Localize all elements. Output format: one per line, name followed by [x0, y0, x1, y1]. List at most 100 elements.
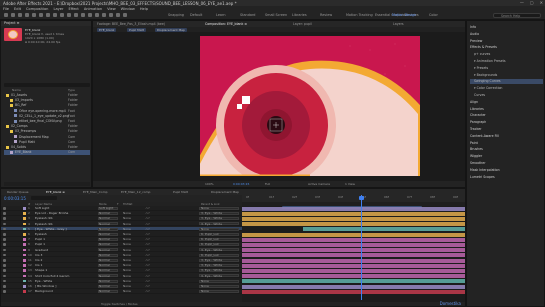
workspace-tab-active[interactable]: Motion Design [392, 13, 416, 17]
tool-icon[interactable] [88, 13, 92, 17]
layer-mode[interactable]: Normal [99, 222, 110, 227]
layer-trkmat[interactable]: None [123, 268, 131, 273]
layer-mode[interactable]: Normal [99, 216, 110, 221]
layer-trkmat[interactable]: None [123, 289, 131, 294]
layer-row[interactable]: 2 Eye Lid - Roger Brinha Normal None ⁄ ⁄ ⁄ 3.… [1, 211, 242, 216]
layer-name[interactable]: Shape 1 [35, 268, 47, 273]
workspace-tab[interactable]: Standard [240, 13, 255, 17]
column-name-header[interactable]: Name [12, 88, 21, 92]
layer-label-color[interactable] [23, 207, 26, 210]
layer-name[interactable]: Eye Lid - Roger Brinha [35, 211, 68, 216]
layer-mode[interactable]: Normal [99, 284, 110, 289]
layer-switches[interactable]: ⁄ ⁄ ⁄ [146, 248, 149, 253]
toggle-switches-modes[interactable]: Toggle Switches / Modes [101, 302, 138, 306]
menu-item-edit[interactable]: Edit [14, 7, 21, 11]
layer-switches[interactable]: ⁄ ⁄ ⁄ [146, 227, 149, 232]
right-panel-item[interactable]: Brushes [470, 147, 543, 152]
right-panel-item[interactable]: Audio [470, 32, 543, 37]
layer-trkmat[interactable]: None [123, 248, 131, 253]
workspace-tab[interactable]: Small Screen [265, 13, 287, 17]
tab-layer[interactable]: Layer: pupil [293, 22, 312, 26]
layer-mode[interactable]: Normal [99, 211, 110, 216]
layer-name[interactable]: Iris 2 [35, 258, 42, 263]
layer-duration-bar[interactable] [242, 274, 465, 279]
visibility-eye-icon[interactable] [3, 212, 6, 215]
layer-mode[interactable]: Normal [99, 237, 110, 242]
tool-icon[interactable] [81, 13, 85, 17]
layer-trkmat[interactable]: None [123, 227, 131, 232]
menu-item-composition[interactable]: Composition [26, 7, 48, 11]
layer-duration-bar[interactable] [242, 258, 465, 263]
layer-switches[interactable]: ⁄ ⁄ ⁄ [146, 237, 149, 242]
layer-switches[interactable]: ⁄ ⁄ ⁄ [146, 216, 149, 221]
view-layout-select[interactable]: 1 View [345, 182, 355, 186]
layer-trkmat[interactable]: None [123, 222, 131, 227]
layer-duration-bar[interactable] [242, 216, 465, 221]
layer-trkmat[interactable]: None [123, 263, 131, 268]
layer-switches[interactable]: ⁄ ⁄ ⁄ [146, 258, 149, 263]
layer-label-color[interactable] [23, 233, 26, 236]
layer-duration-bar[interactable] [242, 253, 465, 258]
layer-parent[interactable]: 6. Pupil_Luk [201, 237, 219, 242]
visibility-eye-icon[interactable] [3, 227, 6, 231]
tab-footage[interactable]: Footage: BEE_Bee_Pos_3_Eliash.mp4 (bee) [97, 22, 165, 26]
layer-name[interactable]: Soft Light [35, 206, 49, 211]
column-type-header[interactable]: Type [68, 88, 75, 92]
viewer-timecode[interactable]: 0:00:03:15 [233, 182, 249, 186]
layer-trkmat[interactable]: None [123, 253, 131, 258]
workspace-tab[interactable]: Motion Tracking [346, 13, 373, 17]
layer-row[interactable]: 3 Eyelash ntb Normal None ⁄ ⁄ ⁄ 3. Eye - Whit… [1, 216, 242, 221]
layer-label-color[interactable] [23, 253, 26, 257]
layer-duration-bar[interactable] [242, 242, 465, 247]
layer-label-color[interactable] [23, 279, 26, 283]
layer-mode[interactable]: Normal [99, 274, 110, 279]
visibility-eye-icon[interactable] [3, 279, 6, 283]
layer-label-color[interactable] [23, 227, 26, 231]
tool-icon[interactable] [116, 13, 120, 17]
layer-label-color[interactable] [23, 290, 26, 293]
timeline-tab[interactable]: Render Queue [7, 190, 29, 194]
composition-canvas[interactable] [200, 36, 420, 176]
tool-icon[interactable] [95, 13, 99, 17]
layer-switches[interactable]: ⁄ ⁄ ⁄ [146, 253, 149, 258]
snapping-toggle[interactable]: Snapping [168, 13, 184, 17]
layer-parent[interactable]: None [201, 227, 209, 232]
layer-parent[interactable]: 3. Eye - White [201, 274, 222, 279]
close-button[interactable]: ✕ [540, 0, 543, 5]
playhead-line[interactable] [361, 195, 362, 300]
layer-parent[interactable]: None [201, 279, 209, 284]
layer-parent[interactable]: 3. Eye - White [201, 216, 222, 221]
layer-trkmat[interactable]: None [123, 279, 131, 284]
layer-mode[interactable]: Normal [99, 253, 110, 258]
layer-switches[interactable]: ⁄ ⁄ ⁄ [146, 284, 149, 289]
layer-duration-bar[interactable] [242, 268, 465, 273]
right-panel-item[interactable]: Curves [470, 93, 543, 98]
layer-trkmat[interactable]: None [123, 274, 131, 279]
layer-search-input[interactable] [31, 196, 57, 200]
layer-switches[interactable]: ⁄ ⁄ ⁄ [146, 263, 149, 268]
right-panel-item[interactable]: Info [470, 25, 543, 30]
tool-icon[interactable] [32, 13, 36, 17]
right-panel-item[interactable]: ▾ Presets [470, 66, 543, 71]
layer-name[interactable]: Iris 1 [35, 263, 42, 268]
resolution-select[interactable]: Full [265, 182, 270, 186]
layer-parent[interactable]: 6. Pupil_Luk [201, 253, 219, 258]
layer-row[interactable]: 7 Pupil 1 Normal None ⁄ ⁄ ⁄ 6. Pupil_Luk [1, 237, 242, 242]
layer-mode[interactable]: Normal [99, 258, 110, 263]
visibility-eye-icon[interactable] [3, 290, 6, 293]
tab-layers[interactable]: Layers [393, 22, 404, 26]
layer-duration-bar[interactable] [242, 211, 465, 216]
search-help-input[interactable]: Search Help [493, 13, 541, 18]
layer-label-color[interactable] [23, 269, 26, 272]
layer-name[interactable]: Eyelash [35, 232, 47, 237]
layer-mode[interactable]: Soft Light [99, 206, 113, 211]
tool-icon[interactable] [25, 13, 29, 17]
visibility-eye-icon[interactable] [3, 207, 6, 210]
layer-row[interactable]: 17 Background Normal None ⁄ ⁄ ⁄ None [1, 289, 242, 294]
layer-trkmat[interactable]: None [123, 258, 131, 263]
layer-switches[interactable]: ⁄ ⁄ ⁄ [146, 242, 149, 247]
layer-label-color[interactable] [23, 243, 26, 246]
layer-mode[interactable]: Normal [99, 263, 110, 268]
layer-trkmat[interactable]: None [123, 242, 131, 247]
layer-name[interactable]: [ BG Window ] [35, 284, 56, 289]
